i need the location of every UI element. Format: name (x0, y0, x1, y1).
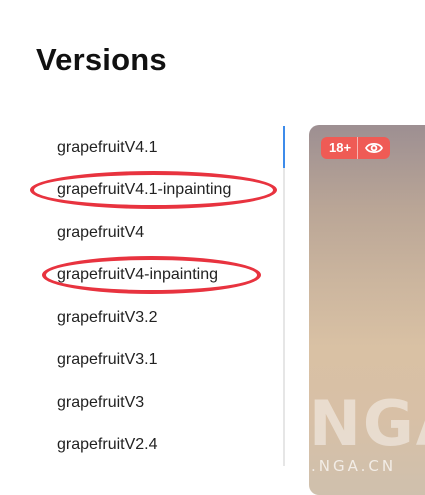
active-version-indicator (283, 126, 285, 168)
version-item-grapefruitv3-1[interactable]: grapefruitV3.1 (57, 351, 158, 369)
nsfw-badge[interactable]: 18+ (321, 137, 391, 159)
version-item-grapefruitv4[interactable]: grapefruitV4 (57, 224, 144, 242)
page-title: Versions (36, 42, 167, 77)
version-item-grapefruitv3-2[interactable]: grapefruitV3.2 (57, 309, 158, 327)
version-item-grapefruitv2-4[interactable]: grapefruitV2.4 (57, 436, 158, 454)
version-nav-rail (283, 126, 285, 466)
eye-icon[interactable] (358, 137, 390, 159)
version-item-grapefruitv4-inpainting[interactable]: grapefruitV4-inpainting (57, 266, 218, 284)
version-item-grapefruitv3[interactable]: grapefruitV3 (57, 394, 144, 412)
watermark: NGA (309, 387, 425, 460)
version-item-grapefruitv4-1-inpainting[interactable]: grapefruitV4.1-inpainting (57, 181, 231, 199)
watermark-url: .NGA.CN (311, 457, 397, 475)
nsfw-badge-label: 18+ (329, 140, 352, 155)
preview-image[interactable]: 18+ NGA .NGA.CN (309, 125, 425, 495)
version-item-grapefruitv4-1[interactable]: grapefruitV4.1 (57, 139, 158, 157)
